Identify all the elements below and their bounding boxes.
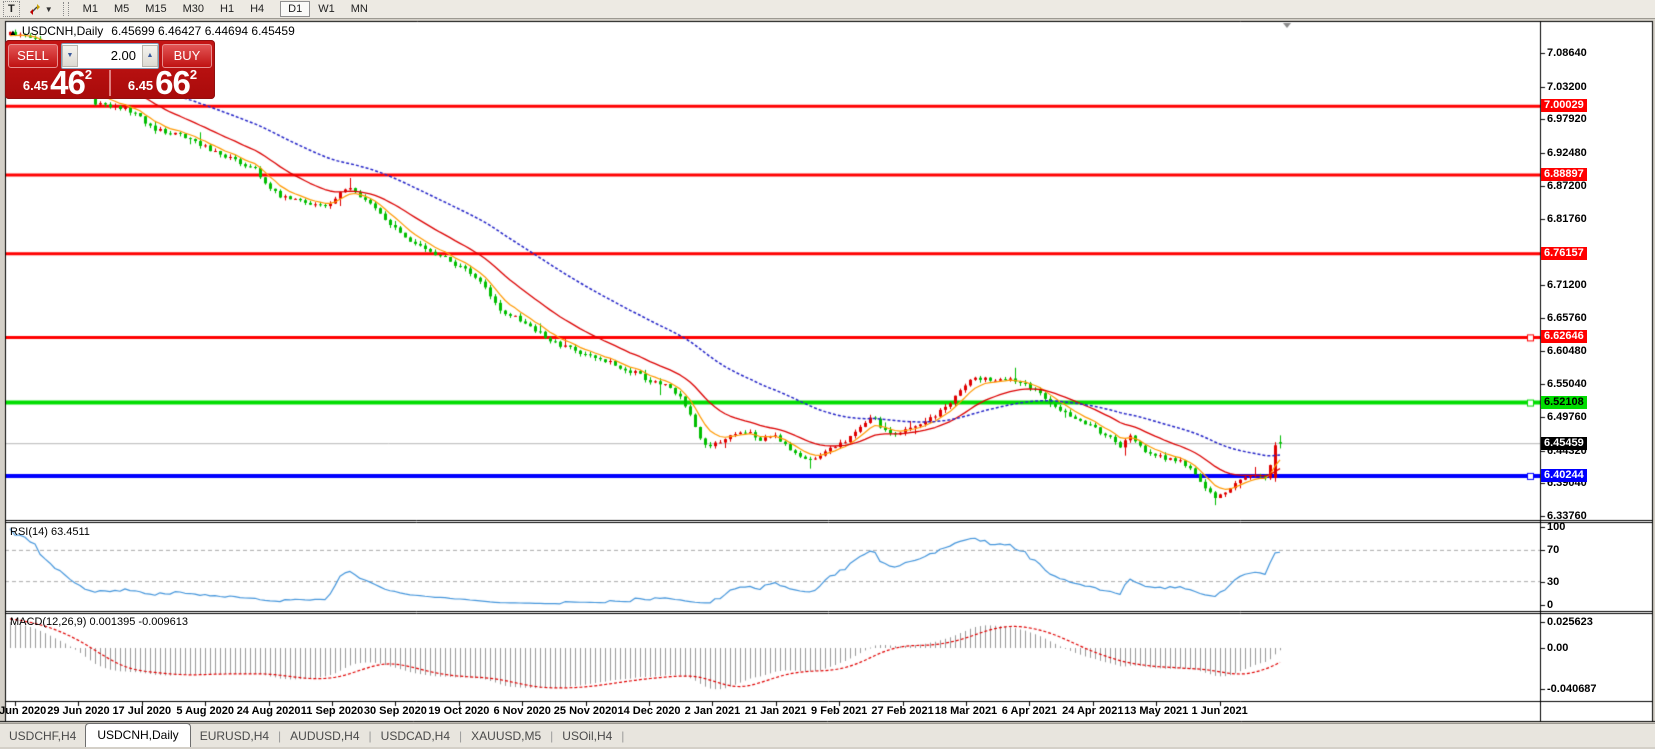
down-arrow-icon: ▼ <box>67 52 74 59</box>
price-axis-label: 6.97920 <box>1547 113 1587 125</box>
chart-tab-xauusd-m5[interactable]: XAUUSD,M5 <box>462 726 550 747</box>
price-axis-label: 6.87200 <box>1547 180 1587 192</box>
sell-price-pipette: 2 <box>85 69 92 81</box>
toolbar: T ▼ M1M5M15M30H1H4 D1W1MN <box>0 0 1655 19</box>
chart-ohlc-quotes: 6.45699 6.46427 6.44694 6.45459 <box>111 24 295 38</box>
macd-axis-label: -0.040687 <box>1547 683 1597 695</box>
chart-tab-audusd-h4[interactable]: AUDUSD,H4 <box>281 726 368 747</box>
rsi-axis-label: 0 <box>1547 599 1553 611</box>
timeframe-button-d1[interactable]: D1 <box>280 1 310 17</box>
rsi-axis-label: 100 <box>1547 521 1565 533</box>
chart-tab-bar: USDCHF,H4USDCNH,DailyEURUSD,H4 | AUDUSD,H4… <box>0 723 1655 747</box>
buy-price-pips: 66 <box>155 70 190 96</box>
hline-price-badge: 6.52108 <box>1541 396 1587 409</box>
collapse-triangle-icon[interactable]: ▲ <box>9 28 17 37</box>
macd-axis-label: 0.025623 <box>1547 616 1593 628</box>
arrow-tools-icon[interactable] <box>28 3 42 16</box>
timeframe-button-group: M1M5M15M30H1H4 D1W1MN <box>75 1 384 17</box>
chart-tab-usoil-h4[interactable]: USOil,H4 <box>553 726 621 747</box>
current-price-badge: 6.45459 <box>1541 437 1587 450</box>
macd-indicator-label: MACD(12,26,9) 0.001395 -0.009613 <box>10 616 188 628</box>
chart-title: ▲ USDCNH,Daily 6.45699 6.46427 6.44694 6.4… <box>9 24 295 38</box>
price-axis-label: 6.92480 <box>1547 147 1587 159</box>
one-click-trading-panel: SELL ▼ 2.00 ▲ BUY 6.45 46 2 6.45 66 2 <box>5 40 215 99</box>
chart-tab-usdchf-h4[interactable]: USDCHF,H4 <box>0 726 85 747</box>
sell-price-pips: 46 <box>50 70 85 96</box>
timeframe-button-m15[interactable]: M15 <box>137 1 174 17</box>
macd-axis-label: 0.00 <box>1547 642 1568 654</box>
date-axis-label: 1 Jun 2021 <box>1180 705 1260 717</box>
chart-tab-usdcnh-daily[interactable]: USDCNH,Daily <box>85 723 190 747</box>
tab-separator: | <box>621 729 624 743</box>
chart-tab-usdcad-h4[interactable]: USDCAD,H4 <box>372 726 459 747</box>
chart-symbol-label: USDCNH,Daily <box>22 24 103 38</box>
toolbar-grip <box>63 2 69 16</box>
buy-price-pipette: 2 <box>190 69 197 81</box>
hline-price-badge: 6.62646 <box>1541 330 1587 343</box>
price-axis-label: 7.08640 <box>1547 47 1587 59</box>
timeframe-button-m1[interactable]: M1 <box>75 1 106 17</box>
volume-input[interactable]: 2.00 <box>78 48 142 63</box>
buy-price-base: 6.45 <box>128 76 153 96</box>
timeframe-button-m30[interactable]: M30 <box>175 1 212 17</box>
price-axis-label: 6.55040 <box>1547 378 1587 390</box>
buy-price-display[interactable]: 6.45 66 2 <box>113 69 212 97</box>
price-axis-label: 6.49760 <box>1547 411 1587 423</box>
price-chart-canvas[interactable] <box>0 0 1655 749</box>
timeframe-button-m5[interactable]: M5 <box>106 1 137 17</box>
price-divider <box>109 70 111 96</box>
hline-price-badge: 6.76157 <box>1541 247 1587 260</box>
price-axis-label: 6.71200 <box>1547 279 1587 291</box>
up-arrow-icon: ▲ <box>147 52 154 59</box>
price-axis-label: 6.60480 <box>1547 345 1587 357</box>
price-axis-label: 6.81760 <box>1547 213 1587 225</box>
application-window: T ▼ M1M5M15M30H1H4 D1W1MN ▲ USDCNH,Daily 6.… <box>0 0 1655 749</box>
sell-price-display[interactable]: 6.45 46 2 <box>8 69 107 97</box>
rsi-axis-label: 70 <box>1547 544 1559 556</box>
sell-price-base: 6.45 <box>23 76 48 96</box>
timeframe-button-mn[interactable]: MN <box>343 1 376 17</box>
hline-price-badge: 6.40244 <box>1541 469 1587 482</box>
text-tool-button[interactable]: T <box>3 1 20 17</box>
dropdown-caret-icon[interactable]: ▼ <box>45 5 53 14</box>
price-axis-label: 6.65760 <box>1547 312 1587 324</box>
rsi-indicator-label: RSI(14) 63.4511 <box>10 526 90 538</box>
rsi-axis-label: 30 <box>1547 576 1559 588</box>
price-axis-label: 7.03200 <box>1547 81 1587 93</box>
chart-tab-eurusd-h4[interactable]: EURUSD,H4 <box>191 726 278 747</box>
timeframe-button-h1[interactable]: H1 <box>212 1 242 17</box>
timeframe-button-w1[interactable]: W1 <box>310 1 343 17</box>
timeframe-button-h4[interactable]: H4 <box>242 1 272 17</box>
hline-price-badge: 6.88897 <box>1541 168 1587 181</box>
hline-price-badge: 7.00029 <box>1541 99 1587 112</box>
